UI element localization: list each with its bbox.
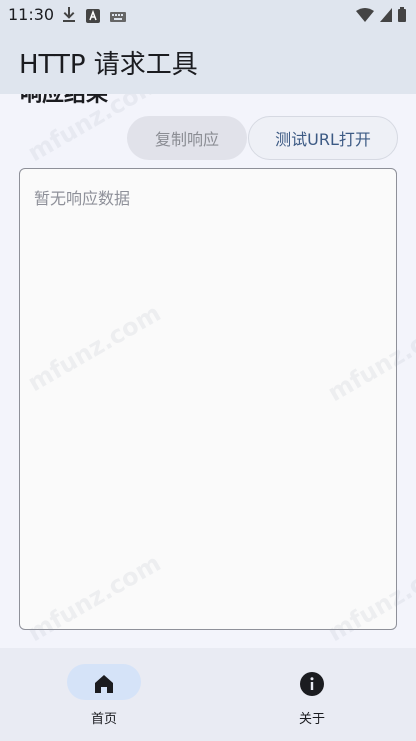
nav-item-home[interactable]: 首页 xyxy=(0,648,208,741)
status-bar: 11:30 xyxy=(0,0,416,30)
info-icon xyxy=(300,672,324,696)
nav-label-about: 关于 xyxy=(298,712,325,727)
download-icon xyxy=(62,7,76,27)
status-time: 11:30 xyxy=(8,5,55,24)
page-title: HTTP 请求工具 xyxy=(19,50,198,80)
a-box-icon xyxy=(86,8,100,27)
status-right-icons xyxy=(356,7,406,26)
copy-response-button[interactable]: 复制响应 xyxy=(127,116,247,160)
signal-icon xyxy=(380,7,392,26)
nav-item-about[interactable]: 关于 xyxy=(208,648,416,741)
nav-label-home: 首页 xyxy=(90,712,117,727)
bottom-nav: 首页 关于 xyxy=(0,648,416,741)
wifi-icon xyxy=(356,7,374,26)
copy-response-label: 复制响应 xyxy=(154,130,219,149)
status-left-icons xyxy=(62,7,126,27)
battery-icon xyxy=(398,7,406,26)
main-content: 响应结果 复制响应 测试URL打开 暂无响应数据 mfunz.com mfunz… xyxy=(0,94,416,648)
test-url-open-label: 测试URL打开 xyxy=(275,130,371,149)
response-placeholder: 暂无响应数据 xyxy=(34,189,131,208)
test-url-open-button[interactable]: 测试URL打开 xyxy=(248,116,398,160)
home-icon xyxy=(92,672,116,696)
app-bar: HTTP 请求工具 xyxy=(0,30,416,94)
keyboard-icon xyxy=(110,8,126,27)
